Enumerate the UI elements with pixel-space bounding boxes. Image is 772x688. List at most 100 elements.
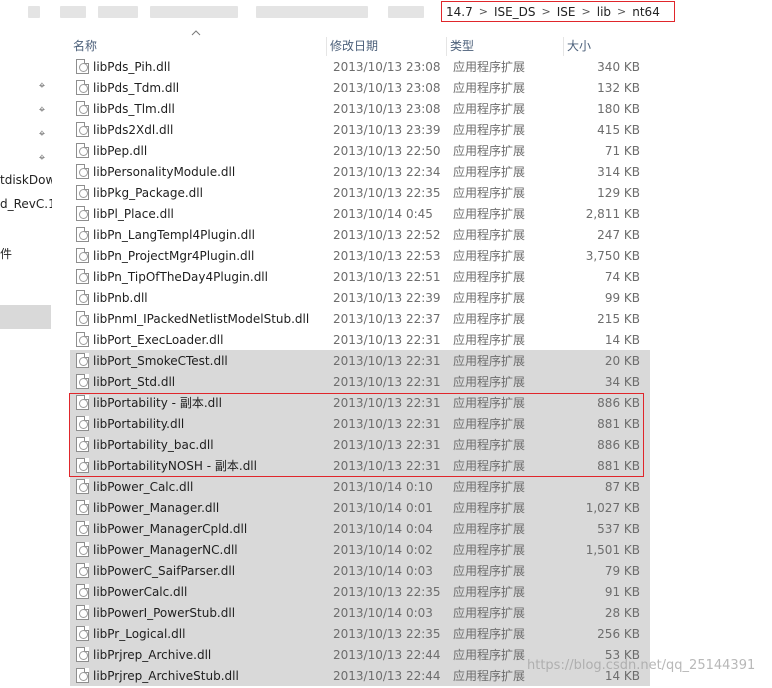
file-type: 应用程序扩展 — [453, 396, 526, 410]
file-row[interactable]: libPl_Place.dll 2013/10/14 0:45 应用程序扩展 2,81… — [70, 203, 650, 224]
breadcrumb-item[interactable]: lib — [597, 5, 611, 19]
dll-file-icon — [76, 311, 89, 326]
file-date: 2013/10/13 22:31 — [333, 395, 441, 410]
file-type: 应用程序扩展 — [453, 60, 526, 74]
file-date: 2013/10/13 22:52 — [333, 227, 441, 242]
dll-file-icon — [76, 437, 89, 452]
file-row[interactable]: libPowerI_PowerStub.dll 2013/10/14 0:03 应用… — [70, 602, 650, 623]
column-header-type[interactable]: 类型 — [447, 37, 564, 56]
file-row[interactable]: libPn_TipOfTheDay4Plugin.dll 2013/10/13 2… — [70, 266, 650, 287]
file-size: 2,811 KB — [585, 206, 640, 221]
file-row[interactable]: libPort_Std.dll 2013/10/13 22:31 应用程序扩展 34 … — [70, 371, 650, 392]
file-row[interactable]: libPnb.dll 2013/10/13 22:39 应用程序扩展 99 KB — [70, 287, 650, 308]
file-row[interactable]: libPortability_bac.dll 2013/10/13 22:31 应用… — [70, 434, 650, 455]
dll-file-icon — [76, 206, 89, 221]
file-size: 14 KB — [604, 332, 640, 347]
dll-file-icon — [76, 668, 89, 683]
file-row[interactable]: libPds2Xdl.dll 2013/10/13 23:39 应用程序扩展 415 … — [70, 119, 650, 140]
file-row[interactable]: libPnmI_IPackedNetlistModelStub.dll 2013/… — [70, 308, 650, 329]
file-row[interactable]: libPowerCalc.dll 2013/10/13 22:35 应用程序扩展 91… — [70, 581, 650, 602]
column-header-name[interactable]: 名称 — [70, 37, 327, 56]
file-size: 1,027 KB — [585, 500, 640, 515]
file-name: libPower_Calc.dll — [93, 479, 194, 494]
column-header-date[interactable]: 修改日期 — [327, 37, 447, 56]
file-size: 314 KB — [597, 164, 640, 179]
file-row[interactable]: libPortability - 副本.dll 2013/10/13 22:31 应… — [70, 392, 650, 413]
file-date: 2013/10/14 0:03 — [333, 563, 433, 578]
pin-icon[interactable]: ⌖ — [36, 104, 48, 116]
file-date: 2013/10/13 22:35 — [333, 584, 441, 599]
file-row[interactable]: libPowerC_SaifParser.dll 2013/10/14 0:03 应… — [70, 560, 650, 581]
file-size: 3,750 KB — [585, 248, 640, 263]
breadcrumb-item[interactable]: ISE_DS — [494, 5, 536, 19]
breadcrumb-item[interactable]: nt64 — [632, 5, 660, 19]
file-row[interactable]: libPower_Calc.dll 2013/10/14 0:10 应用程序扩展 87… — [70, 476, 650, 497]
column-header-size[interactable]: 大小 — [564, 37, 643, 56]
chevron-right-icon[interactable]: > — [479, 5, 488, 18]
file-row[interactable]: libPortability.dll 2013/10/13 22:31 应用程序扩展… — [70, 413, 650, 434]
file-size: 1,501 KB — [585, 542, 640, 557]
pin-icon[interactable]: ⌖ — [36, 152, 48, 164]
nav-item[interactable]: tdiskDow — [0, 173, 52, 187]
file-row[interactable]: libPower_ManagerNC.dll 2013/10/14 0:02 应用程… — [70, 539, 650, 560]
file-size: 215 KB — [597, 311, 640, 326]
file-date: 2013/10/13 23:39 — [333, 122, 441, 137]
file-row[interactable]: libPkg_Package.dll 2013/10/13 22:35 应用程序扩展… — [70, 182, 650, 203]
chevron-right-icon[interactable]: > — [617, 5, 626, 18]
file-size: 886 KB — [597, 437, 640, 452]
nav-item[interactable]: 件 — [0, 245, 12, 262]
file-type: 应用程序扩展 — [453, 417, 526, 431]
dll-file-icon — [76, 479, 89, 494]
file-row[interactable]: libPort_ExecLoader.dll 2013/10/13 22:31 应用… — [70, 329, 650, 350]
file-name: libPnmI_IPackedNetlistModelStub.dll — [93, 311, 310, 326]
chevron-right-icon[interactable]: > — [542, 5, 551, 18]
file-size: 132 KB — [597, 80, 640, 95]
dll-file-icon — [76, 563, 89, 578]
dll-file-icon — [76, 80, 89, 95]
file-date: 2013/10/13 22:44 — [333, 668, 441, 683]
file-name: libPersonalityModule.dll — [93, 164, 236, 179]
file-row[interactable]: libPort_SmokeCTest.dll 2013/10/13 22:31 应用… — [70, 350, 650, 371]
file-name: libPortability - 副本.dll — [93, 396, 222, 410]
file-size: 28 KB — [604, 605, 640, 620]
file-date: 2013/10/13 22:31 — [333, 332, 441, 347]
file-type: 应用程序扩展 — [453, 480, 526, 494]
pin-icon[interactable]: ⌖ — [36, 80, 48, 92]
file-row[interactable]: libPds_Tlm.dll 2013/10/13 23:08 应用程序扩展 180 … — [70, 98, 650, 119]
file-name: libPower_ManagerNC.dll — [93, 542, 238, 557]
file-row[interactable]: libPn_LangTempl4Plugin.dll 2013/10/13 22:… — [70, 224, 650, 245]
file-size: 881 KB — [597, 458, 640, 473]
file-row[interactable]: libPower_ManagerCpld.dll 2013/10/14 0:04 应… — [70, 518, 650, 539]
file-row[interactable]: libPortabilityNOSH - 副本.dll 2013/10/13 22… — [70, 455, 650, 476]
file-type: 应用程序扩展 — [453, 606, 526, 620]
dll-file-icon — [76, 353, 89, 368]
file-row[interactable]: libPersonalityModule.dll 2013/10/13 22:34… — [70, 161, 650, 182]
file-row[interactable]: libPn_ProjectMgr4Plugin.dll 2013/10/13 22… — [70, 245, 650, 266]
file-type: 应用程序扩展 — [453, 291, 526, 305]
file-row[interactable]: libPr_Logical.dll 2013/10/13 22:35 应用程序扩展 2… — [70, 623, 650, 644]
file-date: 2013/10/13 22:31 — [333, 353, 441, 368]
breadcrumb-item[interactable]: 14.7 — [446, 5, 473, 19]
address-bar[interactable]: 14.7 > ISE_DS > ISE > lib > nt64 — [0, 0, 772, 26]
file-type: 应用程序扩展 — [453, 375, 526, 389]
dll-file-icon — [76, 416, 89, 431]
file-row[interactable]: libPep.dll 2013/10/13 22:50 应用程序扩展 71 KB — [70, 140, 650, 161]
file-date: 2013/10/13 22:51 — [333, 269, 441, 284]
chevron-right-icon[interactable]: > — [582, 5, 591, 18]
breadcrumb-item[interactable]: ISE — [557, 5, 576, 19]
file-date: 2013/10/13 22:37 — [333, 311, 441, 326]
file-name: libPowerC_SaifParser.dll — [93, 563, 236, 578]
column-header-row: 名称 修改日期 类型 大小 — [70, 37, 650, 56]
file-row[interactable]: libPower_Manager.dll 2013/10/14 0:01 应用程序扩… — [70, 497, 650, 518]
nav-item[interactable]: d_RevC.1 — [0, 197, 52, 211]
file-type: 应用程序扩展 — [453, 543, 526, 557]
dll-file-icon — [76, 626, 89, 641]
dll-file-icon — [76, 227, 89, 242]
file-date: 2013/10/14 0:02 — [333, 542, 433, 557]
pin-icon[interactable]: ⌖ — [36, 128, 48, 140]
file-row[interactable]: libPds_Pih.dll 2013/10/13 23:08 应用程序扩展 340 … — [70, 56, 650, 77]
file-date: 2013/10/14 0:45 — [333, 206, 433, 221]
nav-item-selected[interactable] — [0, 305, 51, 329]
file-name: libPnb.dll — [93, 290, 148, 305]
file-row[interactable]: libPds_Tdm.dll 2013/10/13 23:08 应用程序扩展 132 … — [70, 77, 650, 98]
